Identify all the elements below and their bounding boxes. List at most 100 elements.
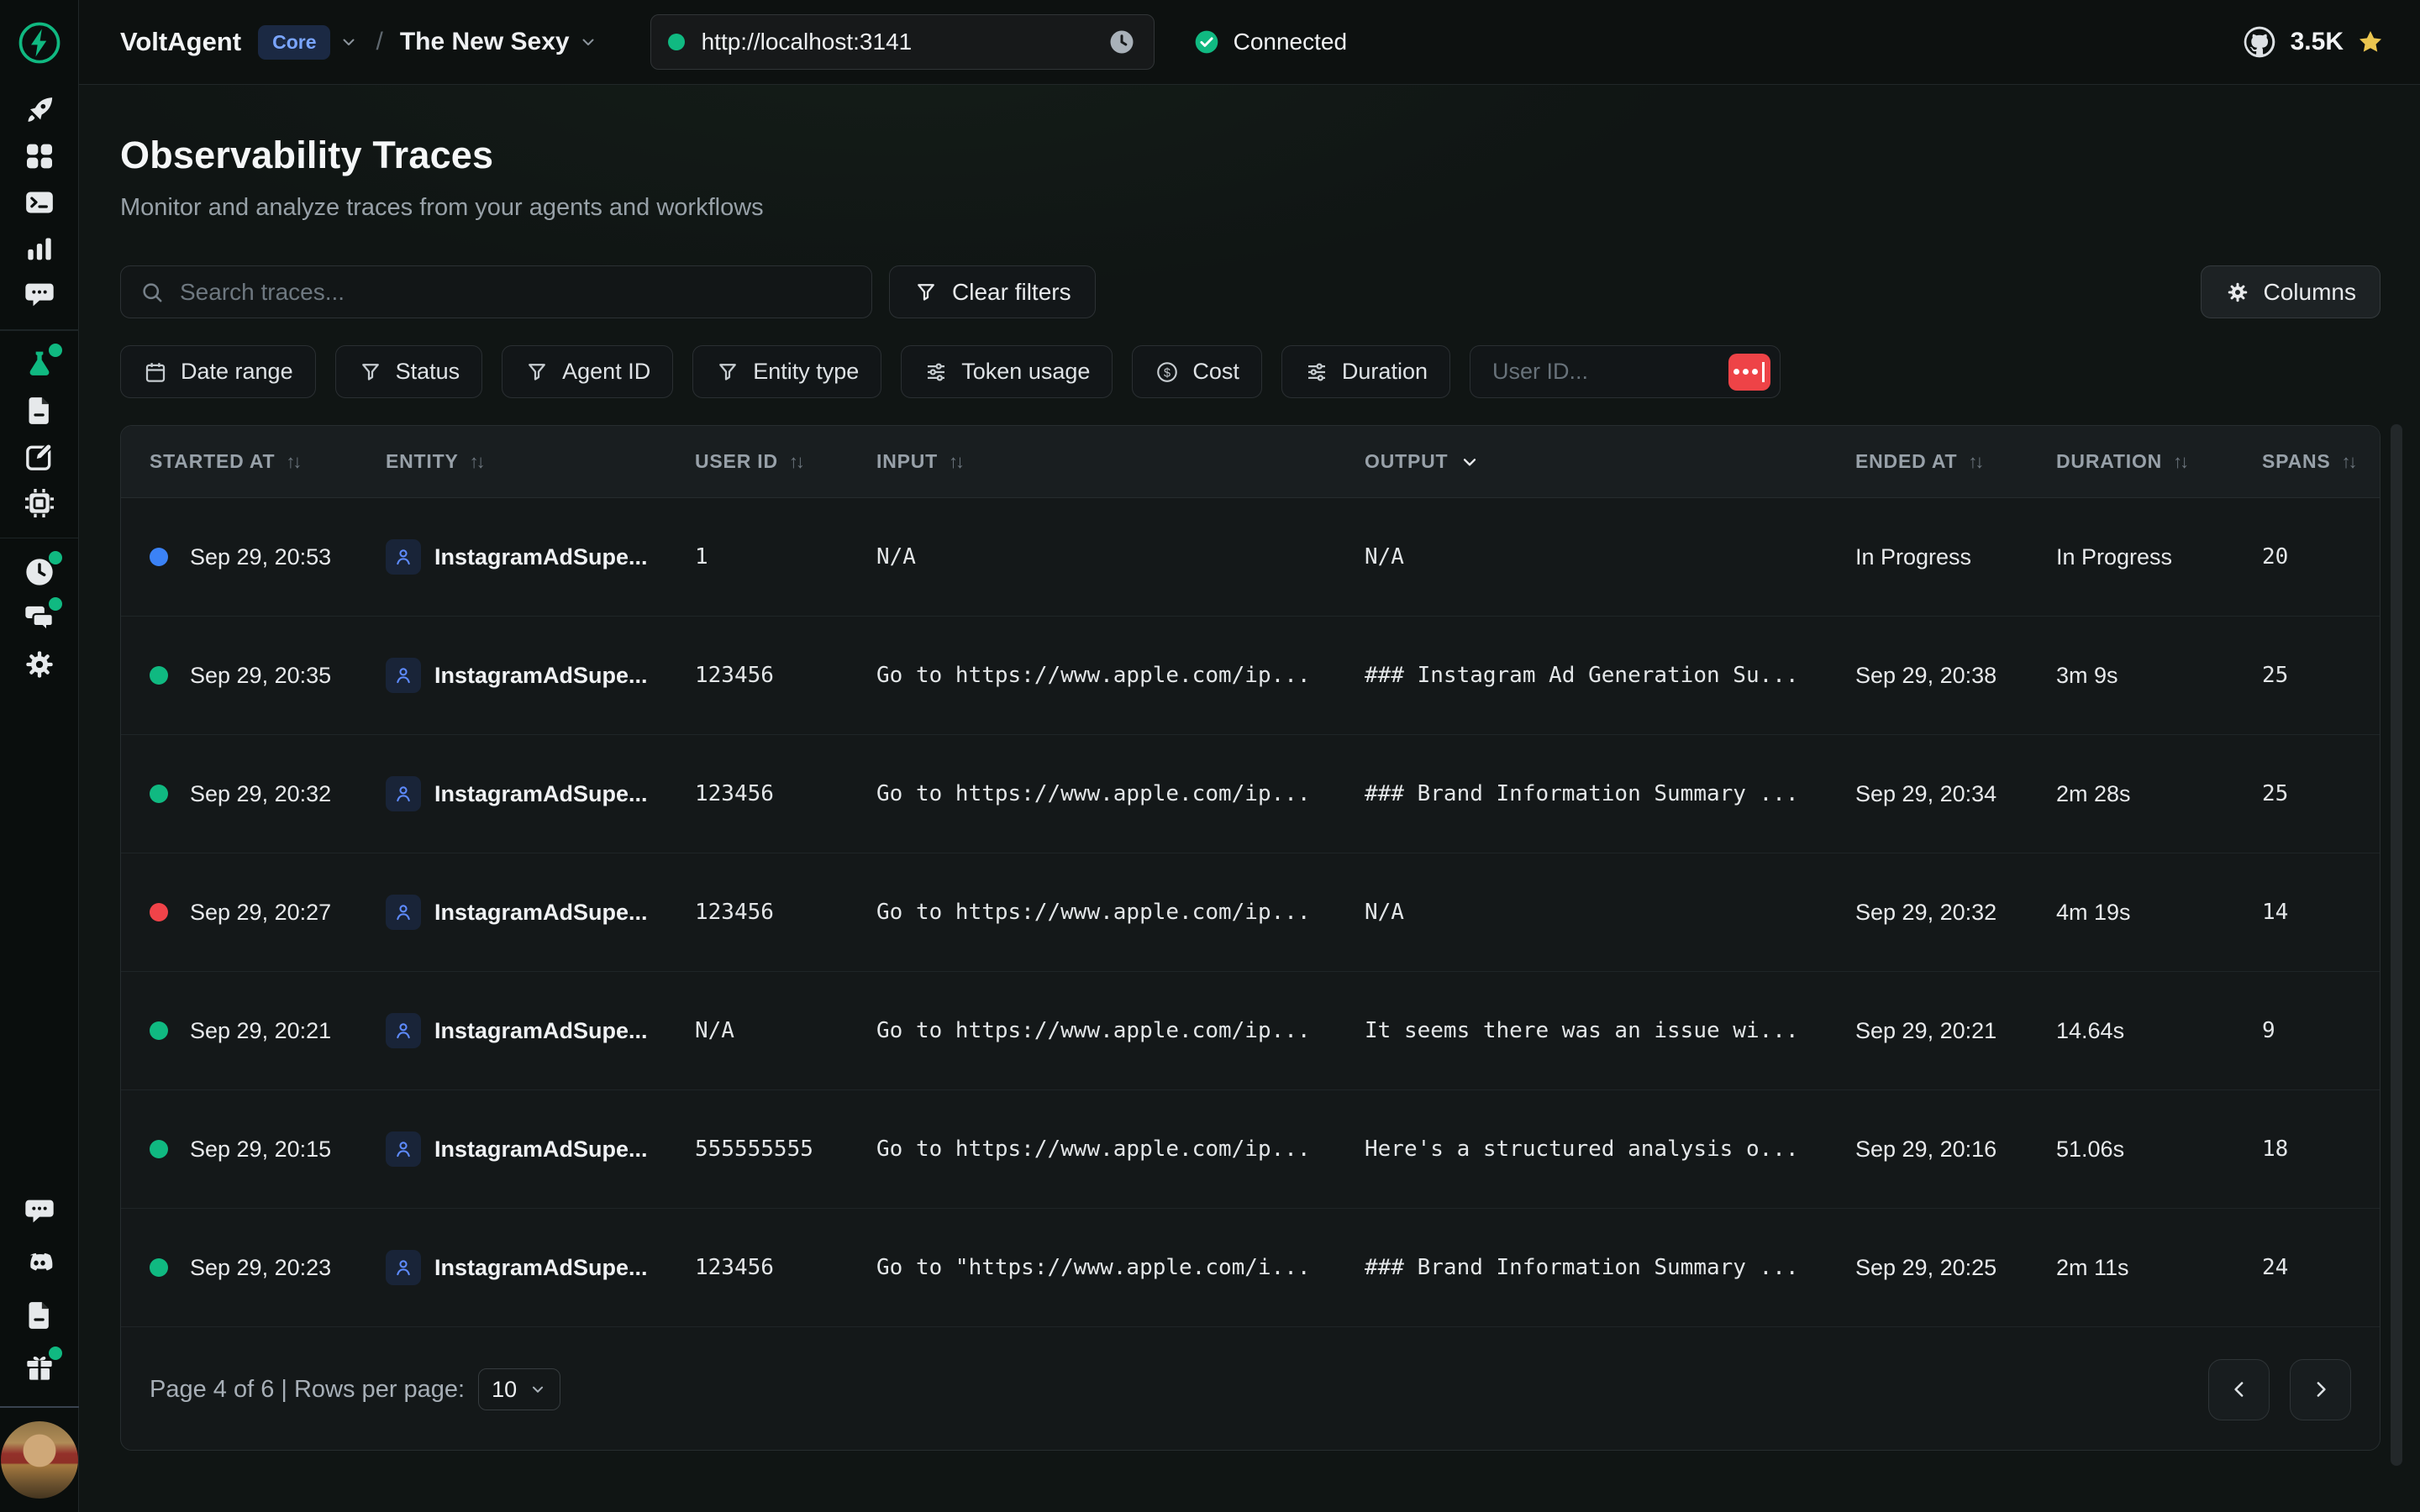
clear-filters-label: Clear filters bbox=[952, 279, 1071, 306]
server-url: http://localhost:3141 bbox=[702, 29, 1090, 55]
filter-chip-label: Entity type bbox=[753, 359, 859, 385]
search-input[interactable] bbox=[180, 279, 853, 306]
sidebar-item-rocket[interactable] bbox=[23, 93, 56, 127]
sidebar-item-feedback-chat[interactable] bbox=[23, 1194, 56, 1228]
column-header-spans[interactable]: SPANS↑↓ bbox=[2262, 450, 2355, 473]
user-id-input[interactable] bbox=[1492, 359, 1677, 385]
cell-spans: 18 bbox=[2262, 1137, 2351, 1162]
column-header-ended-at[interactable]: ENDED AT↑↓ bbox=[1855, 450, 2056, 473]
cell-user-id: 123456 bbox=[695, 900, 876, 925]
notification-dot-icon bbox=[49, 551, 62, 564]
sidebar-item-settings-gear[interactable] bbox=[23, 648, 56, 681]
cell-spans: 9 bbox=[2262, 1018, 2351, 1043]
connection-status: Connected bbox=[1193, 29, 1347, 55]
vertical-scrollbar[interactable] bbox=[2391, 424, 2402, 1466]
clear-filters-button[interactable]: Clear filters bbox=[889, 265, 1096, 318]
table-row[interactable]: Sep 29, 20:15 InstagramAdSupe... 5555555… bbox=[121, 1090, 2380, 1209]
sidebar-item-bar-chart[interactable] bbox=[23, 232, 56, 265]
rows-per-page-select[interactable]: 10 bbox=[478, 1368, 560, 1410]
github-stars[interactable]: 3.5K bbox=[2241, 24, 2385, 60]
sidebar-item-discord[interactable] bbox=[23, 1247, 56, 1280]
chevron-down-icon[interactable] bbox=[578, 32, 598, 52]
table-row[interactable]: Sep 29, 20:23 InstagramAdSupe... 123456 … bbox=[121, 1209, 2380, 1327]
password-manager-badge-icon[interactable] bbox=[1728, 354, 1770, 391]
gear-icon bbox=[2225, 280, 2250, 305]
sidebar-item-gift[interactable] bbox=[23, 1351, 56, 1384]
compose-icon bbox=[23, 440, 56, 474]
table-row[interactable]: Sep 29, 20:21 InstagramAdSupe... N/A Go … bbox=[121, 972, 2380, 1090]
brand-name: VoltAgent bbox=[120, 27, 241, 57]
table-row[interactable]: Sep 29, 20:35 InstagramAdSupe... 123456 … bbox=[121, 617, 2380, 735]
connection-status-label: Connected bbox=[1234, 29, 1347, 55]
filter-chip-date-range[interactable]: Date range bbox=[120, 345, 316, 398]
cell-duration: 2m 28s bbox=[2056, 781, 2262, 807]
sidebar-item-cpu-chip[interactable] bbox=[23, 486, 56, 520]
notification-dot-icon bbox=[49, 1347, 62, 1360]
sidebar-item-chat-multiple[interactable] bbox=[23, 601, 56, 635]
chevron-down-icon[interactable] bbox=[339, 32, 359, 52]
search-icon bbox=[139, 280, 165, 305]
page-subtitle: Monitor and analyze traces from your age… bbox=[120, 194, 2381, 222]
document-icon bbox=[23, 394, 56, 428]
table-row[interactable]: Sep 29, 20:27 InstagramAdSupe... 123456 … bbox=[121, 853, 2380, 972]
column-header-input[interactable]: INPUT↑↓ bbox=[876, 450, 1365, 473]
sidebar-item-flask[interactable] bbox=[23, 348, 56, 381]
column-header-label: USER ID bbox=[695, 450, 778, 473]
column-header-label: STARTED AT bbox=[150, 450, 275, 473]
agent-person-icon bbox=[386, 1013, 421, 1048]
cell-started-at: Sep 29, 20:21 bbox=[150, 1018, 386, 1044]
cell-entity: InstagramAdSupe... bbox=[386, 1013, 695, 1048]
sidebar-divider bbox=[0, 1406, 79, 1408]
table-body: Sep 29, 20:53 InstagramAdSupe... 1 N/A N… bbox=[121, 498, 2380, 1327]
sidebar-item-apps-grid[interactable] bbox=[23, 139, 56, 173]
terminal-icon bbox=[23, 186, 56, 219]
filter-chip-label: Agent ID bbox=[562, 359, 650, 385]
project-name[interactable]: The New Sexy bbox=[400, 28, 570, 56]
rocket-icon bbox=[23, 93, 56, 127]
filter-chip-label: Cost bbox=[1192, 359, 1239, 385]
user-avatar[interactable] bbox=[1, 1421, 78, 1499]
column-header-started-at[interactable]: STARTED AT↑↓ bbox=[150, 450, 386, 473]
sidebar-item-docs[interactable] bbox=[23, 1299, 56, 1332]
svg-text:$: $ bbox=[1164, 366, 1171, 380]
cell-input: N/A bbox=[876, 544, 1365, 570]
cell-duration: 3m 9s bbox=[2056, 663, 2262, 689]
filter-chip-duration[interactable]: Duration bbox=[1281, 345, 1450, 398]
server-url-input[interactable]: http://localhost:3141 bbox=[650, 14, 1155, 70]
core-badge[interactable]: Core bbox=[258, 25, 330, 60]
voltagent-logo[interactable] bbox=[0, 0, 78, 85]
filter-chip-token-usage[interactable]: Token usage bbox=[901, 345, 1113, 398]
bar-chart-icon bbox=[23, 232, 56, 265]
previous-page-button[interactable] bbox=[2208, 1359, 2270, 1420]
user-id-filter[interactable] bbox=[1470, 345, 1781, 398]
sidebar-item-compose[interactable] bbox=[23, 440, 56, 474]
table-row[interactable]: Sep 29, 20:53 InstagramAdSupe... 1 N/A N… bbox=[121, 498, 2380, 617]
column-header-output[interactable]: OUTPUT bbox=[1365, 450, 1855, 473]
history-clock-icon[interactable] bbox=[1107, 27, 1137, 57]
sidebar-item-document[interactable] bbox=[23, 394, 56, 428]
filter-chip-status[interactable]: Status bbox=[335, 345, 483, 398]
cpu-chip-icon bbox=[23, 486, 56, 520]
filter-chip-cost[interactable]: $ Cost bbox=[1132, 345, 1262, 398]
cell-input: Go to https://www.apple.com/ip... bbox=[876, 900, 1365, 925]
column-header-user-id[interactable]: USER ID↑↓ bbox=[695, 450, 876, 473]
column-header-duration[interactable]: DURATION↑↓ bbox=[2056, 450, 2262, 473]
sidebar-item-chat-bubble[interactable] bbox=[23, 278, 56, 312]
star-icon[interactable] bbox=[2356, 28, 2385, 56]
column-header-label: DURATION bbox=[2056, 450, 2162, 473]
sidebar-item-clock[interactable] bbox=[23, 555, 56, 589]
cell-spans: 25 bbox=[2262, 781, 2351, 806]
column-header-label: ENDED AT bbox=[1855, 450, 1957, 473]
filter-chip-agent-id[interactable]: Agent ID bbox=[502, 345, 673, 398]
sidebar-nav-top bbox=[0, 85, 78, 694]
column-header-entity[interactable]: ENTITY↑↓ bbox=[386, 450, 695, 473]
next-page-button[interactable] bbox=[2290, 1359, 2351, 1420]
chevron-left-icon bbox=[2227, 1377, 2252, 1402]
page-title: Observability Traces bbox=[120, 134, 2381, 177]
table-row[interactable]: Sep 29, 20:32 InstagramAdSupe... 123456 … bbox=[121, 735, 2380, 853]
funnel-icon bbox=[524, 360, 550, 385]
columns-button[interactable]: Columns bbox=[2201, 265, 2381, 318]
cell-spans: 20 bbox=[2262, 544, 2351, 570]
sidebar-item-terminal[interactable] bbox=[23, 186, 56, 219]
filter-chip-entity-type[interactable]: Entity type bbox=[692, 345, 881, 398]
